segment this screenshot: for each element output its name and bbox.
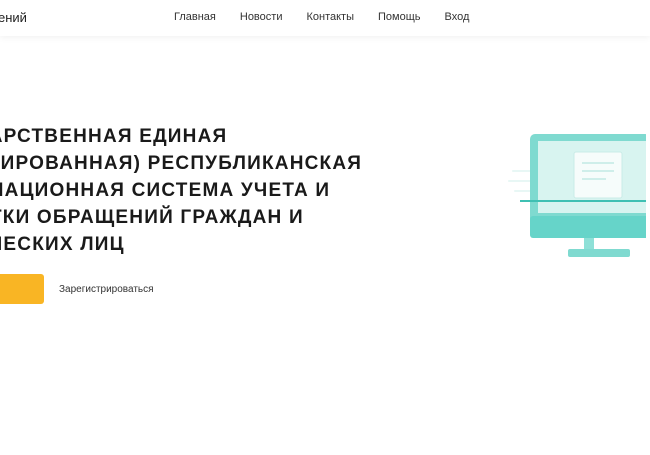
page-title-line: ДАРСТВЕННАЯ ЕДИНАЯ <box>0 126 228 147</box>
document-line <box>582 162 614 164</box>
site-header: ений Главная Новости Контакты Помощь Вхо… <box>0 0 650 36</box>
page-title-line: ТРИРОВАННАЯ) РЕСПУБЛИКАНСКАЯ <box>0 153 363 174</box>
computer-monitor-icon <box>508 134 646 257</box>
page-title-line: ОТКИ ОБРАЩЕНИЙ ГРАЖДАН И <box>0 207 304 228</box>
site-brand[interactable]: ений <box>0 10 27 25</box>
nav-contacts-link[interactable]: Контакты <box>306 11 354 23</box>
page-title-line: РМАЦИОННАЯ СИСТЕМА УЧЕТА И <box>0 180 331 201</box>
main-nav: Главная Новости Контакты Помощь Вход <box>174 11 469 23</box>
decor-line <box>514 190 532 192</box>
monitor-bezel <box>530 216 646 238</box>
page-title-line: ИЧЕСКИХ ЛИЦ <box>0 234 125 255</box>
document-line <box>582 178 606 180</box>
primary-action-button[interactable] <box>0 274 44 304</box>
nav-login-link[interactable]: Вход <box>444 11 469 23</box>
monitor-stand-base <box>568 249 630 257</box>
nav-news-link[interactable]: Новости <box>240 11 283 23</box>
decor-line <box>512 170 532 172</box>
document-line <box>582 170 614 172</box>
document-card <box>573 151 623 199</box>
monitor-accent-line <box>520 200 646 202</box>
page-title: ДАРСТВЕННАЯ ЕДИНАЯ ТРИРОВАННАЯ) РЕСПУБЛИ… <box>0 123 434 258</box>
register-link[interactable]: Зарегистрироваться <box>59 284 154 295</box>
nav-home-link[interactable]: Главная <box>174 11 216 23</box>
nav-help-link[interactable]: Помощь <box>378 11 421 23</box>
